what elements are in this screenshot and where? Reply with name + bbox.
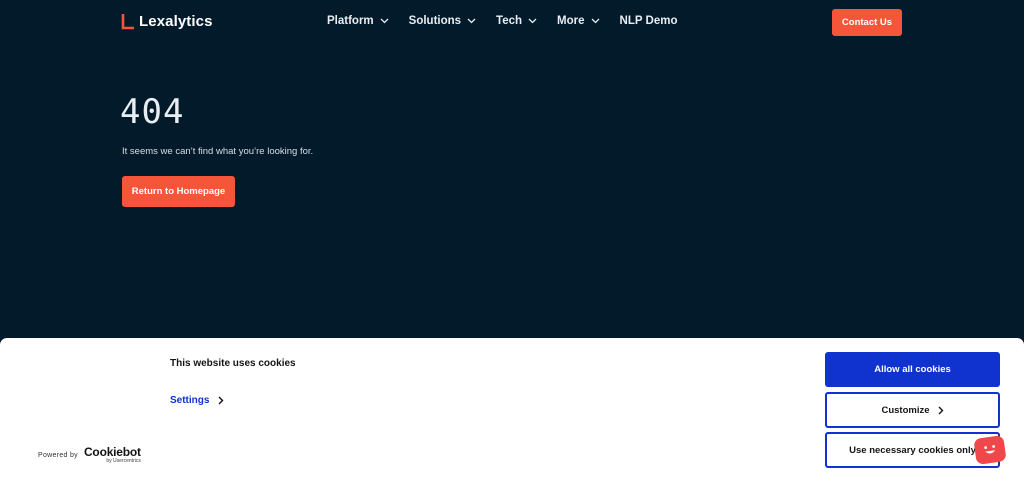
allow-all-cookies-button[interactable]: Allow all cookies xyxy=(825,352,1000,387)
chevron-down-icon xyxy=(380,18,389,24)
nav-item-platform[interactable]: Platform xyxy=(327,15,389,27)
chevron-right-icon xyxy=(938,406,944,414)
cookiebot-logo: Cookiebot by Usercentrics xyxy=(84,446,141,464)
cookiebot-sub: by Usercentrics xyxy=(106,458,141,464)
error-message: It seems we can’t find what you’re looki… xyxy=(122,146,314,157)
smiley-face-icon xyxy=(984,445,996,454)
chevron-down-icon xyxy=(591,18,599,24)
chevron-down-icon xyxy=(467,18,476,24)
nav-item-nlp-demo[interactable]: NLP Demo xyxy=(620,15,678,27)
powered-by-cookiebot[interactable]: Powered by Cookiebot by Usercentrics xyxy=(38,446,141,464)
nav-item-label: NLP Demo xyxy=(619,15,678,27)
settings-label: Settings xyxy=(170,395,210,406)
cookiebot-name: Cookiebot xyxy=(83,445,141,459)
chevron-down-icon xyxy=(528,18,537,24)
powered-by-label: Powered by xyxy=(38,451,78,459)
customize-label: Customize xyxy=(881,404,930,416)
cookie-settings-link[interactable]: Settings xyxy=(170,395,224,406)
chevron-right-icon xyxy=(218,396,224,405)
main-nav: Platform Solutions Tech More NLP Demo xyxy=(327,15,677,27)
contact-us-button[interactable]: Contact Us xyxy=(832,9,902,36)
cookie-banner-title: This website uses cookies xyxy=(170,358,296,369)
nav-item-solutions[interactable]: Solutions xyxy=(409,15,476,27)
customize-button[interactable]: Customize xyxy=(825,392,1000,428)
cookie-banner: This website uses cookies Settings Power… xyxy=(0,338,1024,482)
nav-item-tech[interactable]: Tech xyxy=(496,15,537,27)
nav-item-more[interactable]: More xyxy=(557,15,599,27)
lexalytics-logo[interactable]: Lexalytics xyxy=(121,13,213,30)
logo-mark-icon xyxy=(121,13,134,29)
error-code: 404 xyxy=(120,92,185,132)
nav-item-label: More xyxy=(557,15,585,27)
nav-item-label: Solutions xyxy=(408,15,462,27)
logo-text: Lexalytics xyxy=(139,13,213,30)
nav-item-label: Tech xyxy=(496,15,523,27)
chat-widget-button[interactable] xyxy=(973,435,1007,465)
return-home-button[interactable]: Return to Homepage xyxy=(122,176,235,207)
nav-item-label: Platform xyxy=(327,15,374,27)
necessary-cookies-button[interactable]: Use necessary cookies only xyxy=(825,432,1000,468)
